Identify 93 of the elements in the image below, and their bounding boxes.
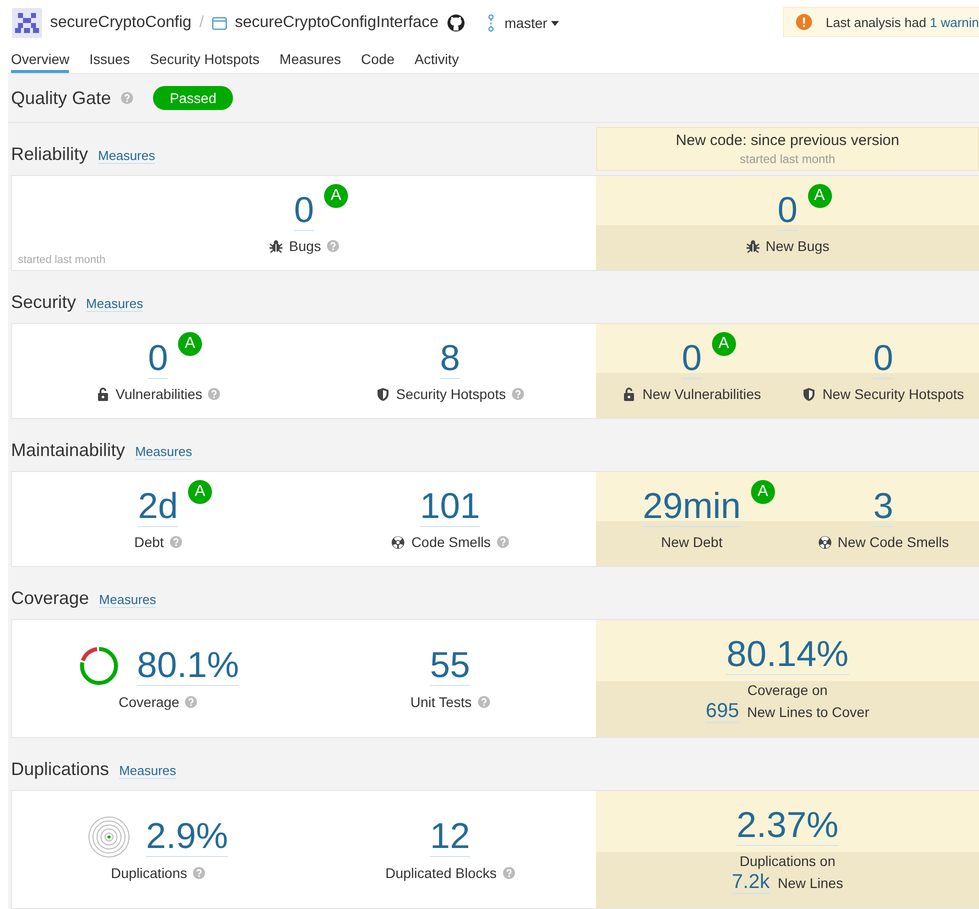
quality-gate-title: Quality Gate — [11, 88, 112, 108]
rating-badge[interactable]: A — [178, 332, 202, 356]
measure-label: New Debt — [661, 534, 722, 550]
new-code-title: New code: since previous version — [676, 132, 900, 149]
rating-badge[interactable]: A — [324, 184, 348, 208]
measure-label: Unit Tests — [410, 694, 472, 710]
shield-icon — [376, 386, 390, 402]
measure-label: Vulnerabilities — [116, 386, 202, 402]
measure-value[interactable]: 2.37% — [736, 804, 839, 846]
measure-value[interactable]: 29min — [642, 486, 741, 526]
rating-badge[interactable]: A — [712, 332, 736, 356]
nav-tab[interactable]: Activity — [414, 46, 459, 73]
measure-value[interactable]: 8 — [440, 338, 460, 378]
nav-tab[interactable]: Measures — [280, 46, 342, 73]
project-logo[interactable] — [12, 8, 42, 38]
help-icon[interactable] — [208, 388, 220, 400]
measure-value[interactable]: 0 — [148, 338, 168, 378]
branch-icon — [486, 14, 495, 32]
duplication-rings-icon — [88, 816, 130, 858]
measure-label: New Lines — [778, 874, 844, 890]
measure-value[interactable]: 0 — [777, 190, 798, 230]
section-title: Duplications — [11, 759, 110, 780]
measure-value[interactable]: 55 — [430, 645, 470, 686]
help-icon[interactable] — [502, 866, 515, 878]
caret-icon — [551, 20, 560, 26]
measure-value[interactable]: 12 — [430, 816, 470, 857]
new-code-period: started last month — [740, 152, 836, 166]
lock-icon — [96, 386, 110, 402]
help-icon[interactable] — [185, 696, 198, 708]
code-smell-icon — [391, 534, 406, 550]
warning-message: Last analysis had 1 warnin — [826, 14, 979, 30]
breadcrumb-separator: / — [199, 14, 204, 32]
lock-icon — [622, 386, 636, 402]
rating-badge[interactable]: A — [188, 480, 212, 504]
measure-value[interactable]: 0 — [294, 190, 314, 230]
bug-icon — [746, 238, 760, 254]
measure-label: Duplications — [110, 864, 188, 880]
measures-link[interactable]: Measures — [135, 444, 192, 460]
branch-selector[interactable]: master — [486, 14, 560, 32]
measures-link[interactable]: Measures — [99, 592, 156, 608]
measures-link[interactable]: Measures — [119, 763, 176, 779]
measure-label: Security Hotspots — [396, 386, 506, 402]
github-icon[interactable] — [446, 14, 465, 32]
help-icon[interactable] — [496, 536, 509, 548]
measure-value[interactable]: 80.1% — [136, 645, 240, 686]
measure-label: New Vulnerabilities — [642, 386, 762, 402]
help-icon[interactable] — [193, 866, 206, 878]
help-icon[interactable] — [121, 92, 134, 104]
rating-badge[interactable]: A — [750, 480, 775, 504]
measure-label: Code Smells — [411, 534, 491, 550]
section-title: Reliability — [11, 144, 88, 165]
measure-value[interactable]: 2d — [138, 486, 178, 526]
measure-label: Duplicated Blocks — [385, 864, 497, 880]
measure-value[interactable]: 0 — [682, 338, 702, 378]
measure-label: New Lines to Cover — [747, 704, 870, 720]
section-title: Coverage — [11, 588, 90, 609]
help-icon[interactable] — [512, 388, 524, 400]
measure-label: Bugs — [289, 238, 321, 254]
repository-link[interactable]: secureCryptoConfigInterface — [234, 14, 439, 32]
measure-label: New Bugs — [766, 238, 830, 254]
measure-label: Debt — [134, 534, 164, 550]
measure-label: Coverage on — [747, 682, 828, 698]
bug-icon — [269, 238, 284, 254]
measure-label: New Security Hotspots — [822, 386, 964, 402]
help-icon[interactable] — [326, 240, 339, 252]
shield-icon — [802, 386, 816, 402]
code-smell-icon — [818, 534, 832, 550]
module-icon — [212, 16, 227, 30]
measure-value[interactable]: 7.2k — [732, 871, 770, 894]
nav-tab[interactable]: Code — [361, 46, 394, 73]
nav-tab[interactable]: Security Hotspots — [150, 46, 260, 73]
measure-value[interactable]: 80.14% — [726, 634, 849, 674]
measure-label: New Code Smells — [838, 534, 949, 550]
measure-value[interactable]: 2.9% — [146, 816, 228, 857]
measure-value[interactable]: 3 — [873, 486, 894, 526]
help-icon[interactable] — [478, 696, 490, 708]
rating-badge[interactable]: A — [808, 184, 832, 208]
measure-label: Duplications on — [740, 853, 836, 869]
warning-link[interactable]: 1 warnin — [930, 14, 979, 30]
measures-link[interactable]: Measures — [86, 296, 144, 312]
nav-tab[interactable]: Issues — [89, 46, 130, 73]
help-icon[interactable] — [170, 536, 182, 548]
measure-value[interactable]: 695 — [706, 700, 740, 723]
section-title: Security — [11, 292, 76, 313]
warning-icon — [796, 14, 812, 30]
project-link[interactable]: secureCryptoConfig — [50, 14, 192, 32]
quality-gate-status: Passed — [153, 86, 234, 110]
section-title: Maintainability — [11, 440, 126, 461]
measures-link[interactable]: Measures — [98, 148, 156, 164]
period-note: started last month — [18, 254, 106, 266]
measure-value[interactable]: 101 — [420, 486, 480, 526]
measure-value[interactable]: 0 — [873, 338, 894, 378]
measure-label: Coverage — [118, 694, 180, 710]
